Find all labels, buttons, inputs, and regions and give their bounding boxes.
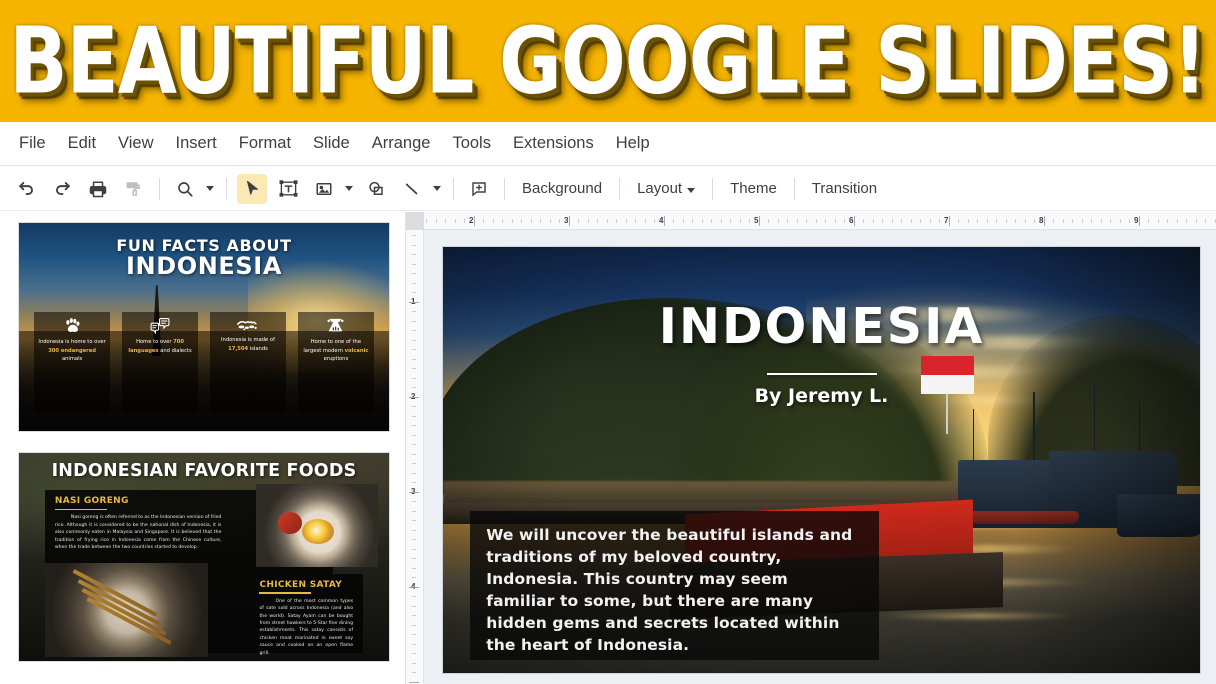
- chevron-down-icon: [687, 180, 695, 197]
- undo-icon[interactable]: [11, 174, 41, 204]
- slide-subtitle[interactable]: By Jeremy L.: [443, 385, 1200, 407]
- paint-format-icon[interactable]: [119, 174, 149, 204]
- toolbar-divider: [159, 177, 160, 200]
- vertical-ruler[interactable]: 1 2 3 4: [406, 230, 424, 684]
- insert-image-icon[interactable]: [309, 174, 339, 204]
- menu-item-edit[interactable]: Edit: [57, 130, 107, 157]
- menu-item-slide[interactable]: Slide: [302, 130, 361, 157]
- promo-banner-text: BEAUTIFUL GOOGLE SLIDES!: [9, 7, 1208, 115]
- chicken-satay-photo: [44, 563, 208, 657]
- menu-item-tools[interactable]: Tools: [441, 130, 502, 157]
- redo-icon[interactable]: [47, 174, 77, 204]
- slide-body-text: We will uncover the beautiful islands an…: [486, 526, 853, 655]
- menu-item-format[interactable]: Format: [228, 130, 302, 157]
- toolbar-divider: [453, 177, 454, 200]
- chicken-satay-body: One of the most common types of sate sol…: [259, 598, 354, 656]
- select-icon[interactable]: [237, 173, 267, 204]
- menu-item-view[interactable]: View: [107, 130, 164, 157]
- paw-icon: [63, 317, 82, 334]
- title-divider: [766, 373, 877, 376]
- menu-item-help[interactable]: Help: [605, 130, 661, 157]
- toolbar-divider: [226, 177, 227, 200]
- volcano-icon: [326, 317, 345, 334]
- toolbar: Background Layout Theme Transition: [0, 167, 1216, 211]
- zoom-dropdown-caret[interactable]: [203, 174, 216, 204]
- promo-banner: BEAUTIFUL GOOGLE SLIDES!: [0, 0, 1216, 122]
- fun-fact-card-text: Indonesia is made of 17,504 islands: [221, 337, 275, 352]
- heading-underline: [54, 508, 107, 511]
- menu-item-arrange[interactable]: Arrange: [361, 130, 442, 157]
- horizontal-ruler[interactable]: 2 3 4 5 6 7 8 9: [406, 212, 1216, 230]
- archipelago-map-icon: [236, 317, 259, 332]
- fun-fact-cards: Indonesia is home to over 300 endangered…: [33, 312, 375, 413]
- toolbar-divider: [619, 177, 621, 200]
- fun-fact-card: Home to one of the largest modern volcan…: [297, 312, 375, 413]
- thumbnail-2-title: INDONESIAN FAVORITE FOODS: [51, 461, 357, 482]
- fun-fact-card-text: Indonesia is home to over 300 endangered…: [38, 339, 106, 362]
- slide-thumbnail-2[interactable]: INDONESIAN FAVORITE FOODS NASI GORENG Na…: [18, 452, 390, 662]
- menu-item-extensions[interactable]: Extensions: [502, 130, 605, 157]
- slide-canvas-area[interactable]: 2 3 4 5 6 7 8 9 1 2 3 4: [406, 212, 1216, 684]
- slide-title[interactable]: INDONESIA: [443, 298, 1200, 355]
- theme-button[interactable]: Theme: [720, 175, 787, 202]
- toolbar-divider: [504, 177, 505, 200]
- menu-item-insert[interactable]: Insert: [165, 130, 228, 157]
- heading-underline: [259, 592, 312, 594]
- slide-thumbnail-1[interactable]: FUN FACTS ABOUT INDONESIA Indonesia is h…: [18, 222, 390, 432]
- chicken-satay-heading: CHICKEN SATAY: [259, 579, 343, 590]
- ruler-corner: [406, 212, 424, 230]
- thumbnail-1-title: FUN FACTS ABOUT INDONESIA: [19, 237, 389, 281]
- zoom-icon[interactable]: [170, 174, 200, 204]
- print-icon[interactable]: [83, 174, 113, 204]
- shape-icon[interactable]: [361, 174, 391, 204]
- fun-fact-card-text: Home to one of the largest modern volcan…: [303, 339, 369, 362]
- layout-button-label: Layout: [637, 180, 683, 197]
- transition-button[interactable]: Transition: [802, 175, 887, 202]
- line-dropdown-caret[interactable]: [430, 174, 443, 204]
- comment-icon[interactable]: [464, 174, 494, 204]
- menu-bar: File Edit View Insert Format Slide Arran…: [0, 122, 1216, 166]
- toolbar-divider: [712, 177, 714, 200]
- layout-button[interactable]: Layout: [627, 175, 705, 202]
- line-icon[interactable]: [397, 174, 427, 204]
- slide-filmstrip[interactable]: FUN FACTS ABOUT INDONESIA Indonesia is h…: [0, 212, 405, 684]
- fun-fact-card: Home to over 700 languages and dialects: [121, 312, 199, 413]
- speech-bubbles-icon: [150, 317, 170, 335]
- image-dropdown-caret[interactable]: [342, 174, 355, 204]
- nasi-goreng-body: Nasi goreng is often referred to as the …: [54, 515, 222, 551]
- background-button[interactable]: Background: [512, 175, 612, 202]
- fun-fact-card: Indonesia is made of 17,504 islands: [209, 312, 287, 413]
- fun-fact-card-text: Home to over 700 languages and dialects: [128, 339, 192, 354]
- toolbar-divider: [793, 177, 795, 200]
- nasi-goreng-photo: [255, 484, 378, 568]
- menu-item-file[interactable]: File: [8, 130, 57, 157]
- editor-workarea: FUN FACTS ABOUT INDONESIA Indonesia is h…: [0, 212, 1216, 684]
- fun-fact-card: Indonesia is home to over 300 endangered…: [33, 312, 111, 413]
- current-slide[interactable]: INDONESIA By Jeremy L. We will uncover t…: [443, 247, 1200, 673]
- text-box-icon[interactable]: [273, 174, 303, 204]
- thumbnail-1-title-line2: INDONESIA: [125, 252, 282, 281]
- slide-body-textbox[interactable]: We will uncover the beautiful islands an…: [470, 511, 880, 661]
